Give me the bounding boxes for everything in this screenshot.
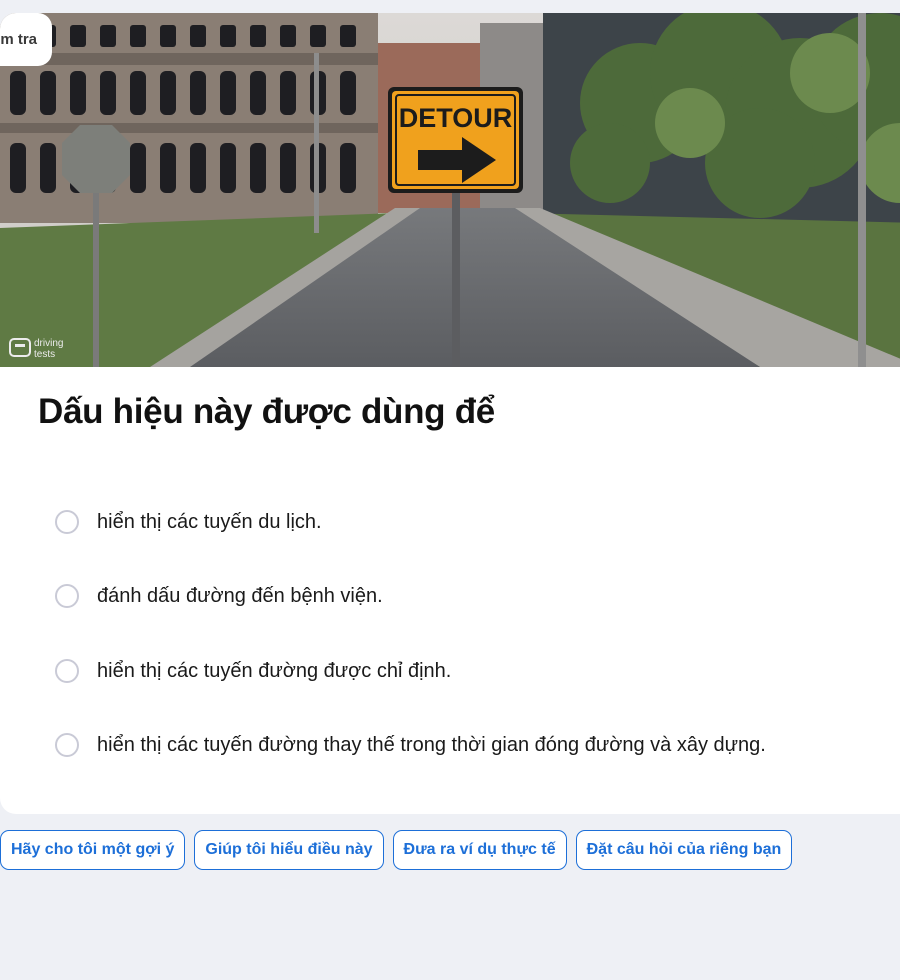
radio-button[interactable] <box>55 733 79 757</box>
test-badge-label: m tra <box>0 31 37 48</box>
radio-button[interactable] <box>55 584 79 608</box>
answer-option-label: hiển thị các tuyến du lịch. <box>97 510 322 533</box>
radio-button[interactable] <box>55 659 79 683</box>
radio-button[interactable] <box>55 510 79 534</box>
test-badge: m tra <box>0 13 52 66</box>
answer-option-label: hiển thị các tuyến đường thay thế trong … <box>97 733 766 756</box>
answer-option-3[interactable]: hiển thị các tuyến đường được chỉ định. <box>55 656 451 686</box>
explain-button[interactable]: Giúp tôi hiểu điều này <box>194 830 384 870</box>
suggestion-chips: Hãy cho tôi một gợi ý Giúp tôi hiểu điều… <box>0 830 793 870</box>
answer-option-label: đánh dấu đường đến bệnh viện. <box>97 584 383 607</box>
sign-text: DETOUR <box>399 103 513 133</box>
question-title: Dấu hiệu này được dùng để <box>38 392 495 431</box>
answer-option-label: hiển thị các tuyến đường được chỉ định. <box>97 659 452 682</box>
real-example-button[interactable]: Đưa ra ví dụ thực tế <box>392 830 567 870</box>
detour-sign-image: DETOUR driving tests <box>0 13 900 367</box>
ask-own-question-button[interactable]: Đặt câu hỏi của riêng bạn <box>575 830 793 870</box>
answer-option-1[interactable]: hiển thị các tuyến du lịch. <box>55 507 322 537</box>
answer-option-2[interactable]: đánh dấu đường đến bệnh viện. <box>55 581 383 611</box>
answer-option-4[interactable]: hiển thị các tuyến đường thay thế trong … <box>55 730 766 760</box>
watermark-line2: tests <box>34 349 55 360</box>
watermark-line1: driving <box>34 338 63 349</box>
hint-button[interactable]: Hãy cho tôi một gợi ý <box>0 830 186 870</box>
